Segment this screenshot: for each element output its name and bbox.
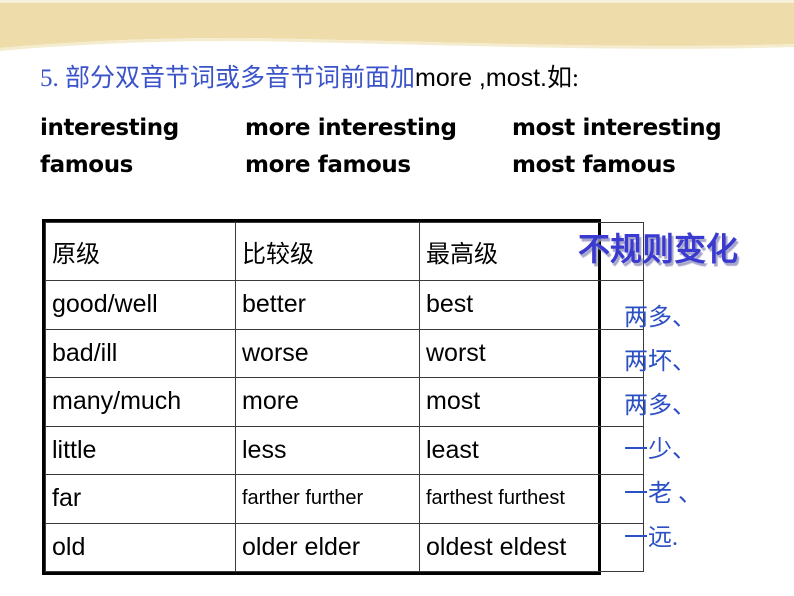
cell-comparative: better — [235, 280, 420, 330]
example-superlative: most famous — [512, 152, 676, 178]
top-banner — [0, 0, 794, 58]
table-row: good/well better best — [45, 280, 644, 330]
note-item: 两多、 — [624, 305, 696, 331]
cell-comparative: worse — [235, 328, 420, 379]
cell-superlative: oldest eldest — [419, 522, 644, 572]
cell-comparative: more — [235, 377, 420, 427]
note-item: 一少、 — [624, 437, 696, 463]
irregular-forms-title: 不规则变化 — [578, 231, 739, 267]
table-header-positive: 原级 — [45, 221, 236, 282]
cell-superlative: least — [419, 425, 644, 476]
cell-positive: good/well — [45, 280, 236, 330]
cell-superlative: most — [419, 377, 644, 427]
cell-positive: little — [45, 425, 236, 476]
example-list: interesting more interesting most intere… — [40, 115, 760, 189]
example-superlative: most interesting — [512, 115, 722, 141]
table-row: bad/ill worse worst — [45, 328, 644, 379]
cell-comparative: older elder — [235, 522, 420, 572]
cell-comparative: farther further — [235, 474, 420, 524]
note-item: 两坏、 — [624, 349, 696, 375]
table-row: old older elder oldest eldest — [45, 522, 644, 572]
note-item: 一老 、 — [624, 481, 702, 507]
table-row: far farther further farthest furthest — [45, 474, 644, 524]
cell-superlative: worst — [419, 328, 644, 379]
comparison-table-grid: 原级 比较级 最高级 good/well better best bad/ill… — [45, 221, 644, 572]
cell-positive: many/much — [45, 377, 236, 427]
cell-positive: far — [45, 474, 236, 524]
slide-canvas: 5. 部分双音节词或多音节词前面加more ,most.如: interesti… — [0, 0, 794, 596]
example-comparative: more famous — [245, 152, 411, 178]
cell-superlative: best — [419, 280, 644, 330]
note-item: 两多、 — [624, 393, 696, 419]
mnemonic-notes: 两多、 两坏、 两多、 一少、 一老 、 一远. — [624, 296, 702, 560]
page-title-english: more ,most. — [415, 64, 547, 92]
page-title-chinese-tail: 如: — [547, 65, 579, 92]
table-row: many/much more most — [45, 377, 644, 427]
table-row: little less least — [45, 425, 644, 476]
cell-positive: old — [45, 522, 236, 572]
comparison-table: 原级 比较级 最高级 good/well better best bad/ill… — [42, 219, 644, 575]
table-header-comparative: 比较级 — [235, 221, 420, 282]
cell-superlative: farthest furthest — [419, 474, 644, 524]
example-comparative: more interesting — [245, 115, 457, 141]
page-title: 5. 部分双音节词或多音节词前面加more ,most.如: — [40, 62, 579, 95]
banner-shape — [0, 0, 794, 51]
example-positive: famous — [40, 152, 133, 178]
cell-comparative: less — [235, 425, 420, 476]
example-row: interesting more interesting most intere… — [40, 115, 760, 152]
cell-positive: bad/ill — [45, 328, 236, 379]
table-header-row: 原级 比较级 最高级 — [45, 221, 644, 282]
page-title-chinese: 5. 部分双音节词或多音节词前面加 — [40, 65, 416, 92]
note-item: 一远. — [624, 525, 678, 551]
example-row: famous more famous most famous — [40, 152, 760, 189]
example-positive: interesting — [40, 115, 179, 141]
